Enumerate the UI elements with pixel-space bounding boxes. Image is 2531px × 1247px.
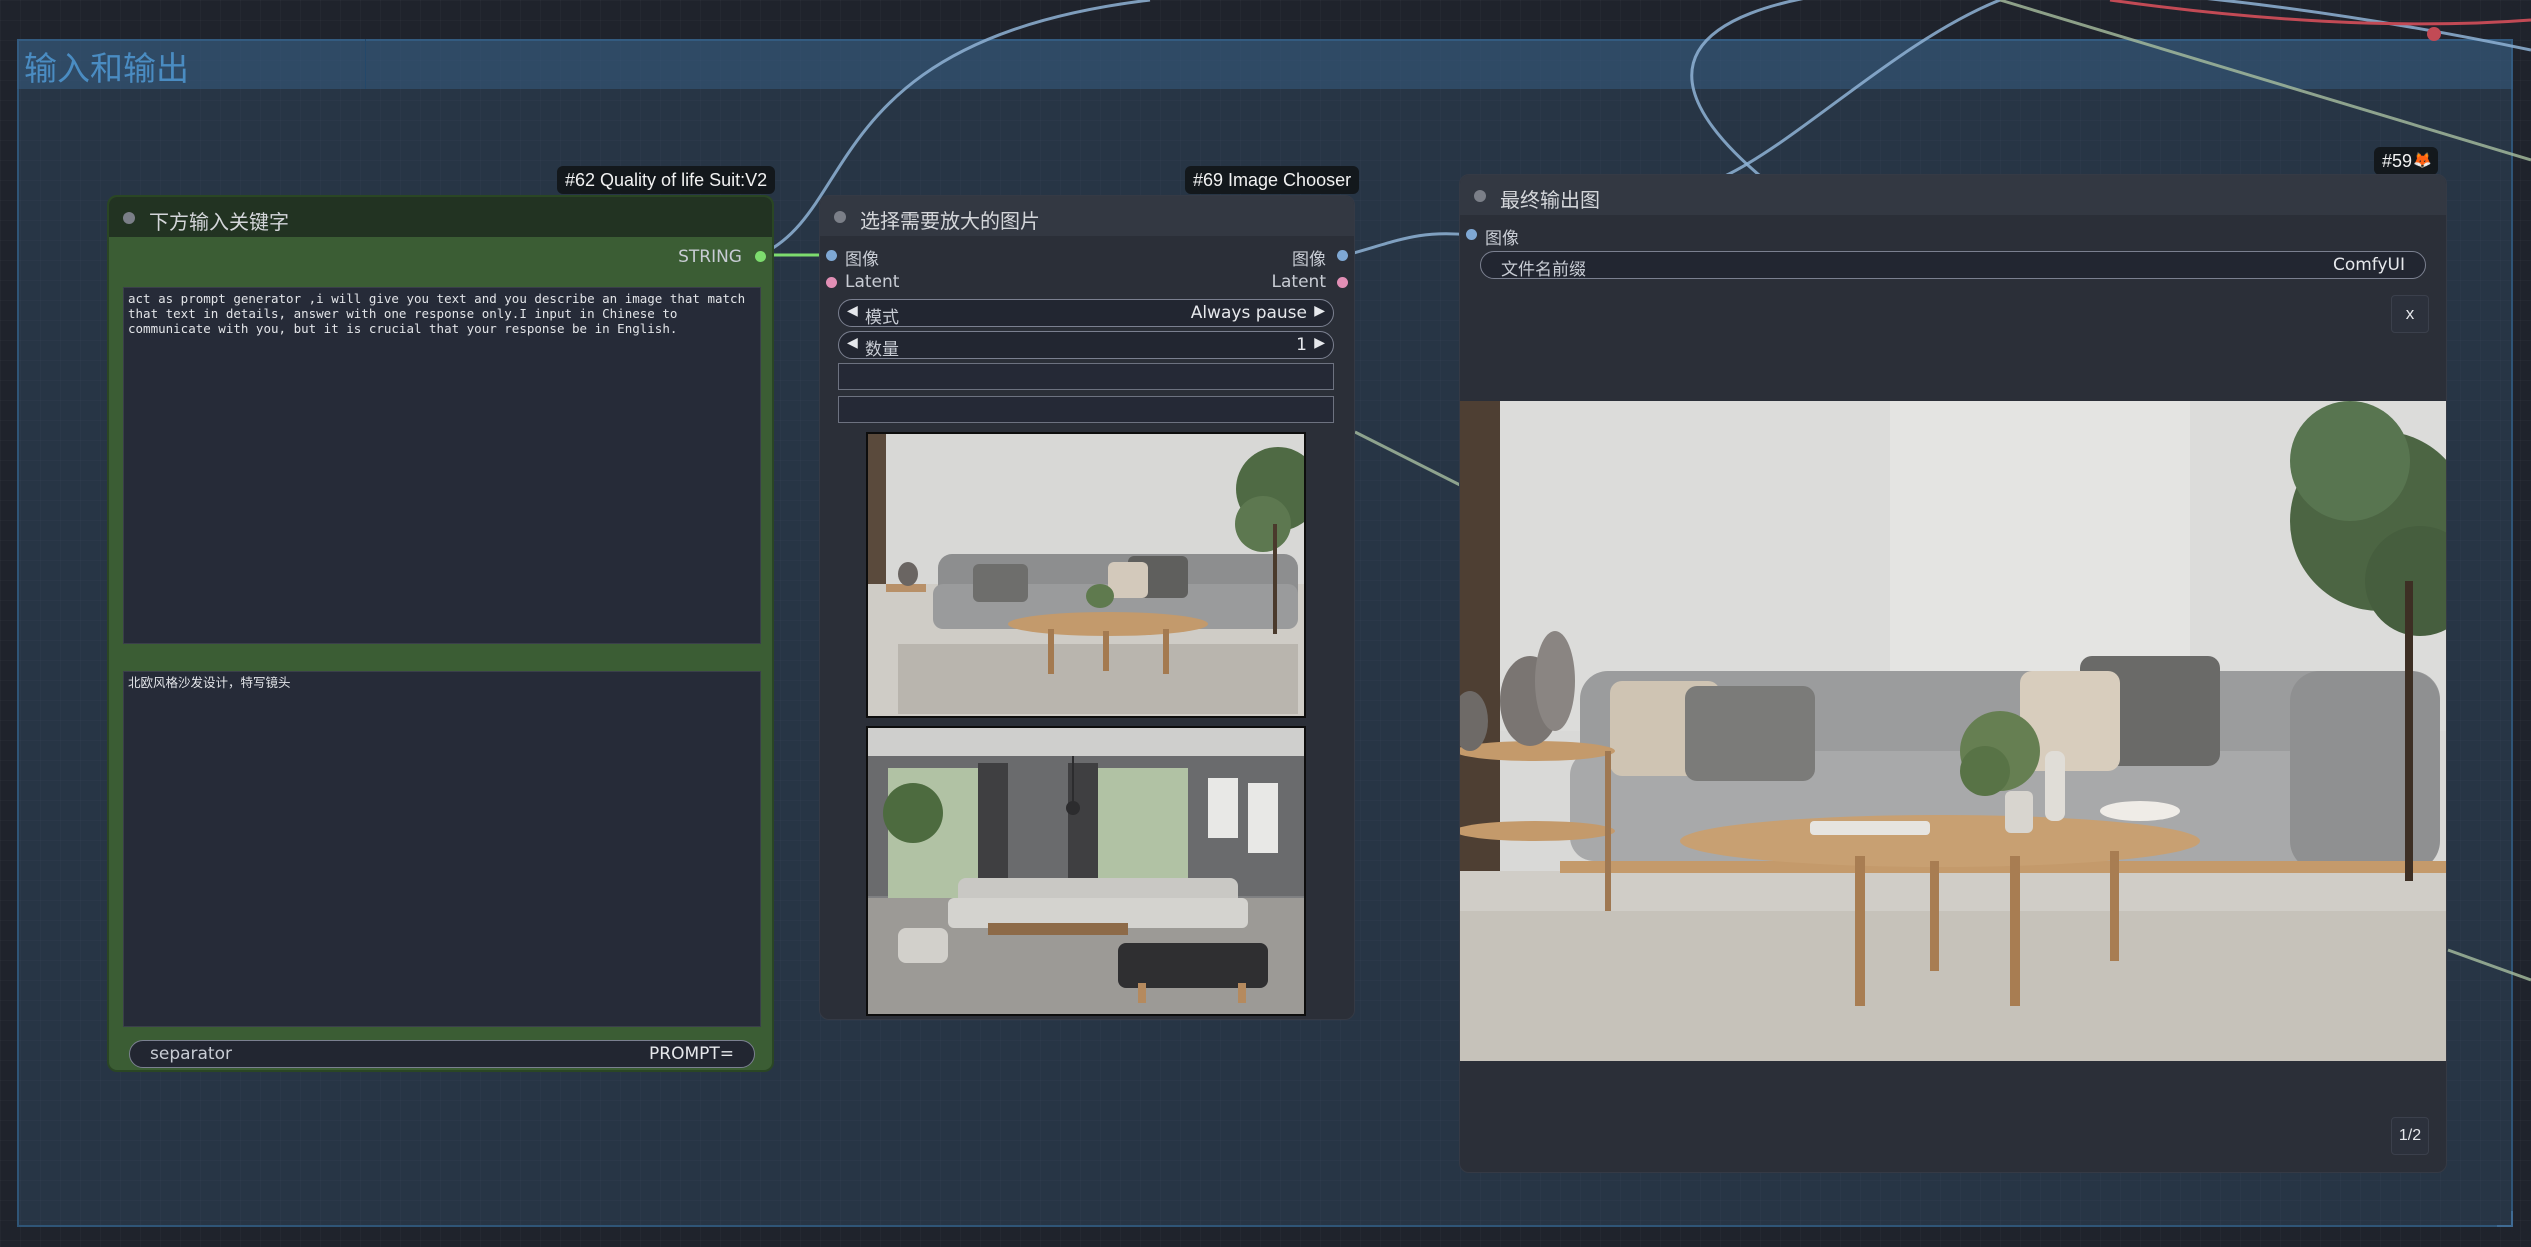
image-input-port[interactable] [826, 250, 837, 261]
separator-widget[interactable]: separator PROMPT= [129, 1040, 755, 1068]
node-69-image-chooser[interactable]: 选择需要放大的图片 图像 Latent 图像 Latent ◀ 模式 Alway… [819, 195, 1355, 1020]
fox-icon: 🦊 [2413, 152, 2433, 169]
string-output-port[interactable] [755, 251, 766, 262]
link-wire [1354, 430, 1461, 487]
filename-prefix-label: 文件名前缀 [1501, 260, 1586, 280]
living-room-photo-image [868, 728, 1304, 1014]
node-59-titlebar[interactable]: 最终输出图 [1460, 175, 2446, 215]
keyword-textarea[interactable]: 北欧风格沙发设计，特写镜头 [123, 671, 761, 1027]
mode-value: Always pause [1190, 303, 1307, 323]
increment-arrow-icon[interactable]: ▶ [1314, 303, 1325, 319]
filename-prefix-widget[interactable]: 文件名前缀 ComfyUI [1480, 251, 2426, 280]
sofa-photo-image [1460, 401, 2446, 1061]
node-69-titlebar[interactable]: 选择需要放大的图片 [820, 196, 1354, 236]
cancel-button-slot[interactable] [838, 396, 1334, 423]
node-59-title: 最终输出图 [1500, 188, 1600, 212]
candidate-image-1[interactable] [866, 432, 1306, 718]
link-wire [1349, 232, 1471, 256]
node-collapse-dot[interactable] [123, 212, 135, 224]
node-69-title: 选择需要放大的图片 [860, 209, 1040, 233]
link-reroute-dot[interactable] [2427, 27, 2441, 41]
node-62-badge: #62 Quality of life Suit:V2 [557, 166, 776, 194]
output-preview-image[interactable] [1460, 401, 2446, 1061]
candidate-image-2[interactable] [866, 726, 1306, 1016]
close-preview-button[interactable]: x [2391, 295, 2429, 333]
filename-prefix-value: ComfyUI [2332, 255, 2405, 275]
mode-label: 模式 [865, 308, 899, 328]
image-output-port[interactable] [1337, 250, 1348, 261]
decrement-arrow-icon[interactable]: ◀ [847, 303, 858, 319]
mode-widget[interactable]: ◀ 模式 Always pause ▶ [838, 299, 1334, 328]
increment-arrow-icon[interactable]: ▶ [1314, 335, 1325, 351]
node-59-save-image[interactable]: 最终输出图 图像 文件名前缀 ComfyUI x 1/2 [1459, 174, 2447, 1173]
latent-output-port[interactable] [1337, 277, 1348, 288]
node-62-title: 下方输入关键字 [149, 210, 289, 234]
pager-button[interactable]: 1/2 [2391, 1117, 2429, 1155]
count-label: 数量 [865, 340, 899, 360]
count-widget[interactable]: ◀ 数量 1 ▶ [838, 331, 1334, 360]
count-value: 1 [1296, 335, 1307, 355]
node-59-badge: #59 🦊 [2374, 147, 2439, 175]
latent-input-port[interactable] [826, 277, 837, 288]
image-input-port[interactable] [1466, 229, 1477, 240]
node-collapse-dot[interactable] [1474, 190, 1486, 202]
node-59-id: #59 [2382, 151, 2413, 171]
image-output-label: 图像 [1292, 250, 1326, 270]
separator-label: separator [150, 1044, 232, 1064]
string-output-label: STRING [678, 247, 742, 267]
node-62-quality-of-life[interactable]: 下方输入关键字 STRING act as prompt generator ,… [107, 195, 774, 1072]
latent-input-label: Latent [845, 272, 900, 292]
node-collapse-dot[interactable] [834, 211, 846, 223]
separator-value: PROMPT= [649, 1044, 734, 1064]
image-input-label: 图像 [1485, 229, 1519, 249]
node-69-badge: #69 Image Chooser [1185, 166, 1360, 194]
node-62-titlebar[interactable]: 下方输入关键字 [109, 197, 772, 237]
link-wire [2447, 948, 2531, 982]
image-input-label: 图像 [845, 250, 879, 270]
link-wire [1724, 0, 2001, 178]
latent-output-label: Latent [1271, 272, 1326, 292]
decrement-arrow-icon[interactable]: ◀ [847, 335, 858, 351]
prompt-textarea[interactable]: act as prompt generator ,i will give you… [123, 287, 761, 644]
progress-button-slot[interactable] [838, 363, 1334, 390]
sofa-photo-image [868, 434, 1304, 716]
